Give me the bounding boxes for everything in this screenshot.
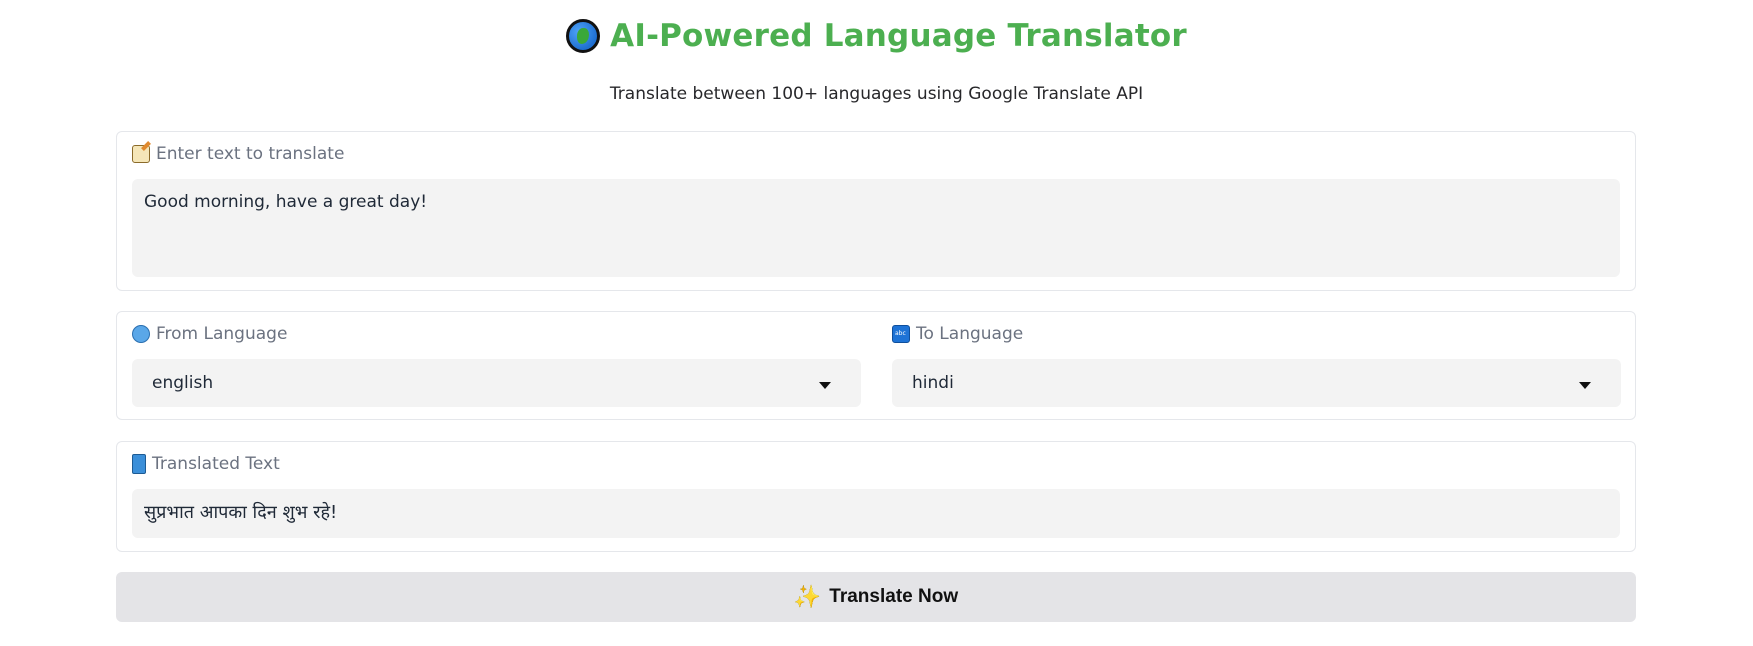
input-label: Enter text to translate	[156, 144, 345, 164]
chevron-down-icon	[1579, 381, 1591, 389]
app-header: AI-Powered Language Translator	[0, 18, 1753, 54]
globe-icon	[566, 19, 601, 53]
input-label-row: Enter text to translate	[132, 144, 344, 164]
to-language-value: hindi	[912, 373, 954, 393]
sparkles-icon: ✨	[793, 584, 822, 609]
abc-input-icon	[892, 325, 910, 343]
from-language-label-row: From Language	[132, 324, 287, 344]
input-panel: Enter text to translate Good morning, ha…	[116, 131, 1636, 291]
source-text-input[interactable]: Good morning, have a great day!	[132, 179, 1620, 277]
translate-now-button[interactable]: ✨ Translate Now	[116, 572, 1636, 622]
page-subtitle: Translate between 100+ languages using G…	[609, 84, 1144, 104]
output-panel: Translated Text सुप्रभात आपका दिन शुभ रह…	[116, 441, 1636, 552]
from-language-dropdown[interactable]: english	[132, 359, 861, 407]
memo-icon	[132, 145, 150, 163]
output-label: Translated Text	[152, 454, 280, 474]
to-language-label: To Language	[916, 324, 1024, 344]
translated-text-output[interactable]: सुप्रभात आपका दिन शुभ रहे!	[132, 489, 1620, 538]
to-language-dropdown[interactable]: hindi	[892, 359, 1621, 407]
from-language-label: From Language	[156, 324, 288, 344]
to-language-label-row: To Language	[892, 324, 1023, 344]
chevron-down-icon	[819, 381, 831, 389]
translate-now-label: Translate Now	[829, 586, 959, 607]
globe-with-meridians-icon	[132, 325, 150, 343]
page-title: AI-Powered Language Translator	[610, 18, 1187, 54]
book-icon	[132, 454, 146, 474]
from-language-value: english	[152, 373, 214, 393]
language-panel: From Language english To Language hindi	[116, 311, 1636, 420]
output-label-row: Translated Text	[132, 454, 280, 474]
